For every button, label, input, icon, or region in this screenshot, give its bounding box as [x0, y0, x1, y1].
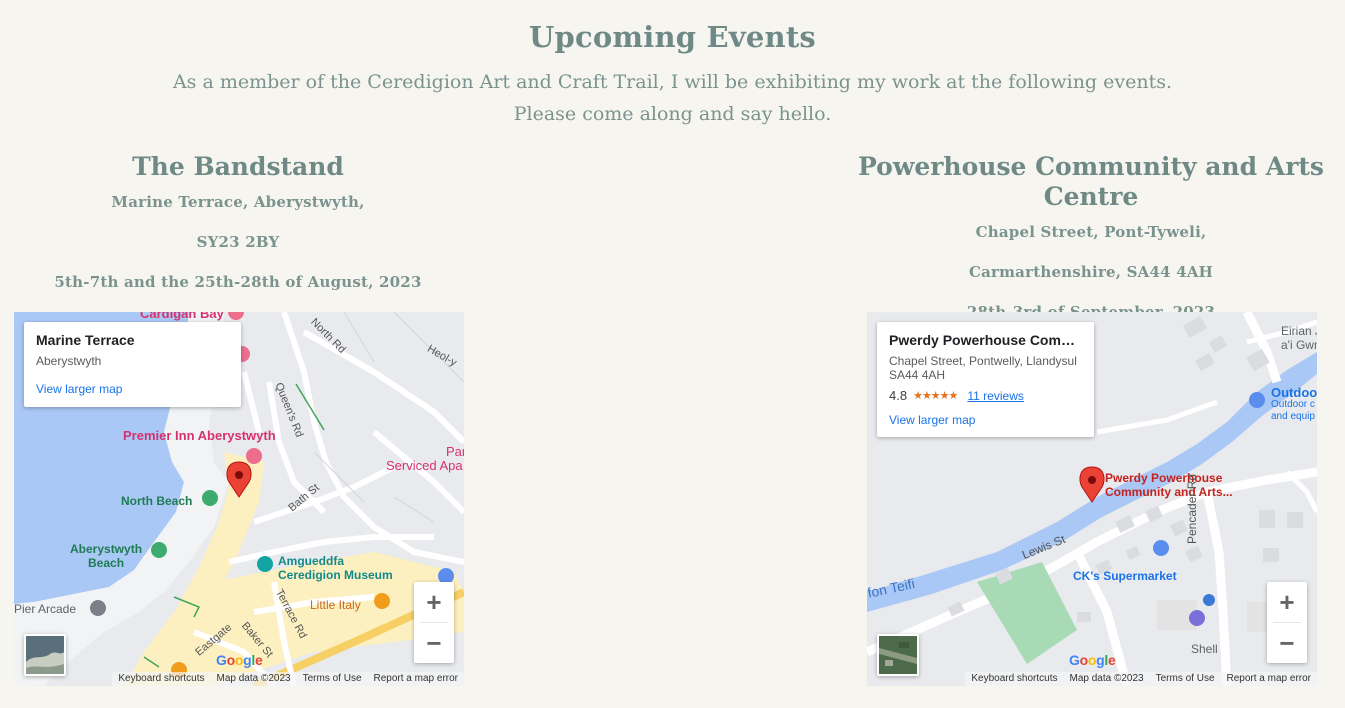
keyboard-shortcuts-link[interactable]: Keyboard shortcuts	[112, 672, 210, 686]
map-bandstand[interactable]: Cardigan Bay North Rd Heol-y Queen's Rd …	[14, 312, 464, 686]
report-map-error-link[interactable]: Report a map error	[1221, 672, 1317, 686]
map-label-north-beach: North Beach	[121, 494, 193, 508]
map-label-serviced-apa: Serviced Apa	[386, 458, 463, 473]
terms-of-use-link[interactable]: Terms of Use	[297, 672, 368, 686]
keyboard-shortcuts-link[interactable]: Keyboard shortcuts	[965, 672, 1063, 686]
map-label-pier-arcade: Pier Arcade	[14, 602, 77, 616]
place-info-card: Marine Terrace Aberystwyth View larger m…	[24, 322, 241, 407]
event-name: The Bandstand	[132, 152, 344, 181]
map-label-ceredigion-museum: Amgueddfa Ceredigion Museum	[278, 554, 393, 582]
map-label-aberystwyth-beach: Aberystwyth Beach	[70, 542, 143, 570]
intro-line-1: As a member of the Ceredigion Art and Cr…	[172, 71, 1173, 93]
place-address: Aberystwyth	[36, 354, 102, 368]
event-bandstand: The Bandstand Marine Terrace, Aberystwyt…	[13, 152, 463, 302]
zoom-in-button[interactable]: +	[1267, 582, 1307, 622]
event-powerhouse: Powerhouse Community and Arts Centre Cha…	[846, 152, 1336, 332]
zoom-out-button[interactable]: −	[414, 623, 454, 663]
reviews-link[interactable]: 11 reviews	[967, 389, 1023, 403]
place-info-card: Pwerdy Powerhouse Commun... Chapel Stree…	[877, 322, 1094, 437]
satellite-toggle-button[interactable]	[24, 634, 66, 676]
view-larger-map-link[interactable]: View larger map	[36, 382, 229, 396]
event-dates: 5th-7th and the 25th-28th of August, 202…	[54, 273, 422, 291]
page-title: Upcoming Events	[529, 20, 816, 54]
map-powerhouse[interactable]: Eirian J W a'i Gwmni Outdoo Outdoor c an…	[867, 312, 1317, 686]
intro-text: As a member of the Ceredigion Art and Cr…	[0, 66, 1345, 130]
zoom-control: + −	[414, 582, 454, 663]
place-name: Pwerdy Powerhouse Commun...	[889, 332, 1082, 348]
map-label-outdoor: Outdoo Outdoor c and equip	[1271, 385, 1317, 422]
map-label-par: Par	[446, 444, 464, 459]
map-label-pin-powerhouse: Pwerdy Powerhouse Community and Arts...	[1105, 471, 1233, 499]
zoom-in-button[interactable]: +	[414, 582, 454, 622]
map-label-pencader-rd: Pencader Rd	[1185, 473, 1199, 544]
map-label-shell: Shell	[1191, 642, 1218, 656]
terms-of-use-link[interactable]: Terms of Use	[1150, 672, 1221, 686]
satellite-thumbnail-icon	[879, 636, 917, 674]
map-label-little-italy: Little Italy	[310, 598, 361, 612]
map-label-premier-inn: Premier Inn Aberystwyth	[123, 428, 276, 443]
zoom-control: + −	[1267, 582, 1307, 663]
map-footer: Keyboard shortcuts Map data ©2023 Terms …	[112, 672, 464, 686]
event-address-line2: SY23 2BY	[196, 233, 280, 251]
place-address: Chapel Street, Pontwelly, Llandysul SA44…	[889, 354, 1077, 382]
map-label-cks-supermarket: CK's Supermarket	[1073, 569, 1177, 583]
intro-line-2: Please come along and say hello.	[513, 103, 832, 125]
report-map-error-link[interactable]: Report a map error	[368, 672, 464, 686]
map-label-eirian: Eirian J W a'i Gwmni	[1281, 324, 1317, 352]
event-name: Powerhouse Community and Arts Centre	[858, 152, 1324, 211]
rating-row: 4.8 ★★★★★ 11 reviews	[889, 388, 1082, 403]
satellite-thumbnail-icon	[26, 636, 64, 674]
event-address-line2: Carmarthenshire, SA44 4AH	[968, 263, 1214, 281]
event-address-line1: Chapel Street, Pont-Tyweli,	[975, 223, 1207, 241]
google-logo: Google	[216, 652, 263, 668]
google-logo: Google	[1069, 652, 1116, 668]
map-data-text: Map data ©2023	[216, 673, 291, 684]
place-name: Marine Terrace	[36, 332, 135, 348]
map-data-text: Map data ©2023	[1069, 673, 1144, 684]
star-rating-icon: ★★★★★	[913, 390, 958, 402]
view-larger-map-link[interactable]: View larger map	[889, 413, 1082, 427]
event-address-line1: Marine Terrace, Aberystwyth,	[111, 193, 365, 211]
map-footer: Keyboard shortcuts Map data ©2023 Terms …	[965, 672, 1317, 686]
satellite-toggle-button[interactable]	[877, 634, 919, 676]
rating-value: 4.8	[889, 388, 908, 403]
zoom-out-button[interactable]: −	[1267, 623, 1307, 663]
map-label-cardigan-bay: Cardigan Bay	[140, 312, 224, 321]
